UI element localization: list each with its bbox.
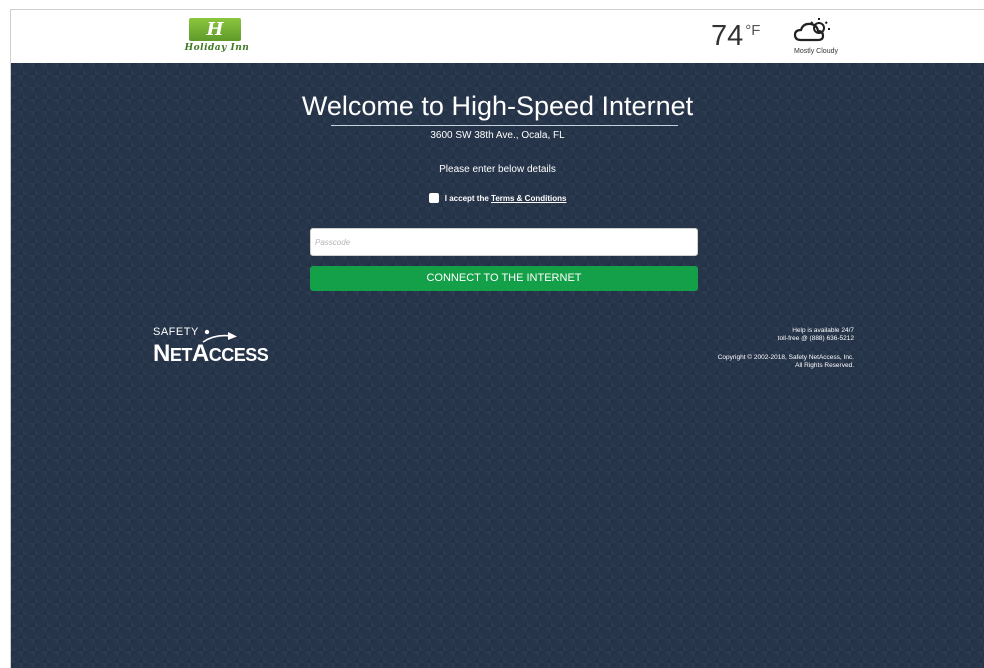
help-info: Help is available 24/7 toll-free @ (888)… (778, 327, 854, 343)
copyright-line-2: All Rights Reserved. (795, 362, 854, 369)
temperature-value: 74 (711, 20, 744, 52)
brand-ccess: CCESS (208, 345, 269, 365)
brand-et: ET (169, 345, 193, 365)
weather-widget: 74 °F Mostly Cloudy (711, 16, 861, 60)
brand-safety-text: SAFETY (153, 326, 199, 338)
temperature: 74 °F (711, 20, 760, 53)
copyright-info: Copyright © 2002-2018, Safety NetAccess,… (718, 354, 854, 370)
terms-link[interactable]: Terms & Conditions (491, 194, 566, 203)
passcode-input[interactable] (310, 228, 698, 256)
terms-prefix: I accept the (444, 194, 489, 204)
safety-netaccess-logo: SAFETY NETACCESS (153, 326, 313, 370)
help-line-1: Help is available 24/7 (792, 327, 854, 334)
brand-netaccess-text: NETACCESS (153, 340, 269, 368)
brand-a: A (191, 340, 209, 367)
logo-badge: H (189, 18, 241, 41)
top-bar: H Holiday Inn 74 °F Mostly Cloudy (11, 10, 984, 63)
terms-row: I accept the Terms & Conditions (11, 193, 984, 204)
copyright-line-1: Copyright © 2002-2018, Safety NetAccess,… (717, 354, 854, 361)
weather-condition: Mostly Cloudy (794, 48, 838, 55)
logo-script: Holiday Inn (184, 43, 250, 53)
browser-viewport: H Holiday Inn 74 °F Mostly Cloudy Welcome… (10, 9, 984, 668)
help-line-2: toll-free @ (888) 636-5212 (777, 335, 854, 342)
brand-n: N (153, 340, 170, 367)
login-panel: Welcome to High-Speed Internet 3600 SW 3… (11, 63, 984, 668)
terms-checkbox[interactable] (428, 193, 439, 203)
holiday-inn-logo: H Holiday Inn (161, 17, 273, 55)
partly-cloudy-icon (793, 18, 830, 42)
instructions-text: Please enter below details (439, 164, 556, 175)
page-title: Welcome to High-Speed Internet (301, 91, 694, 121)
hotel-address: 3600 SW 38th Ave., Ocala, FL (430, 130, 565, 141)
title-divider (331, 125, 678, 126)
connect-button[interactable]: CONNECT TO THE INTERNET (310, 266, 698, 291)
temperature-unit: °F (745, 22, 761, 39)
